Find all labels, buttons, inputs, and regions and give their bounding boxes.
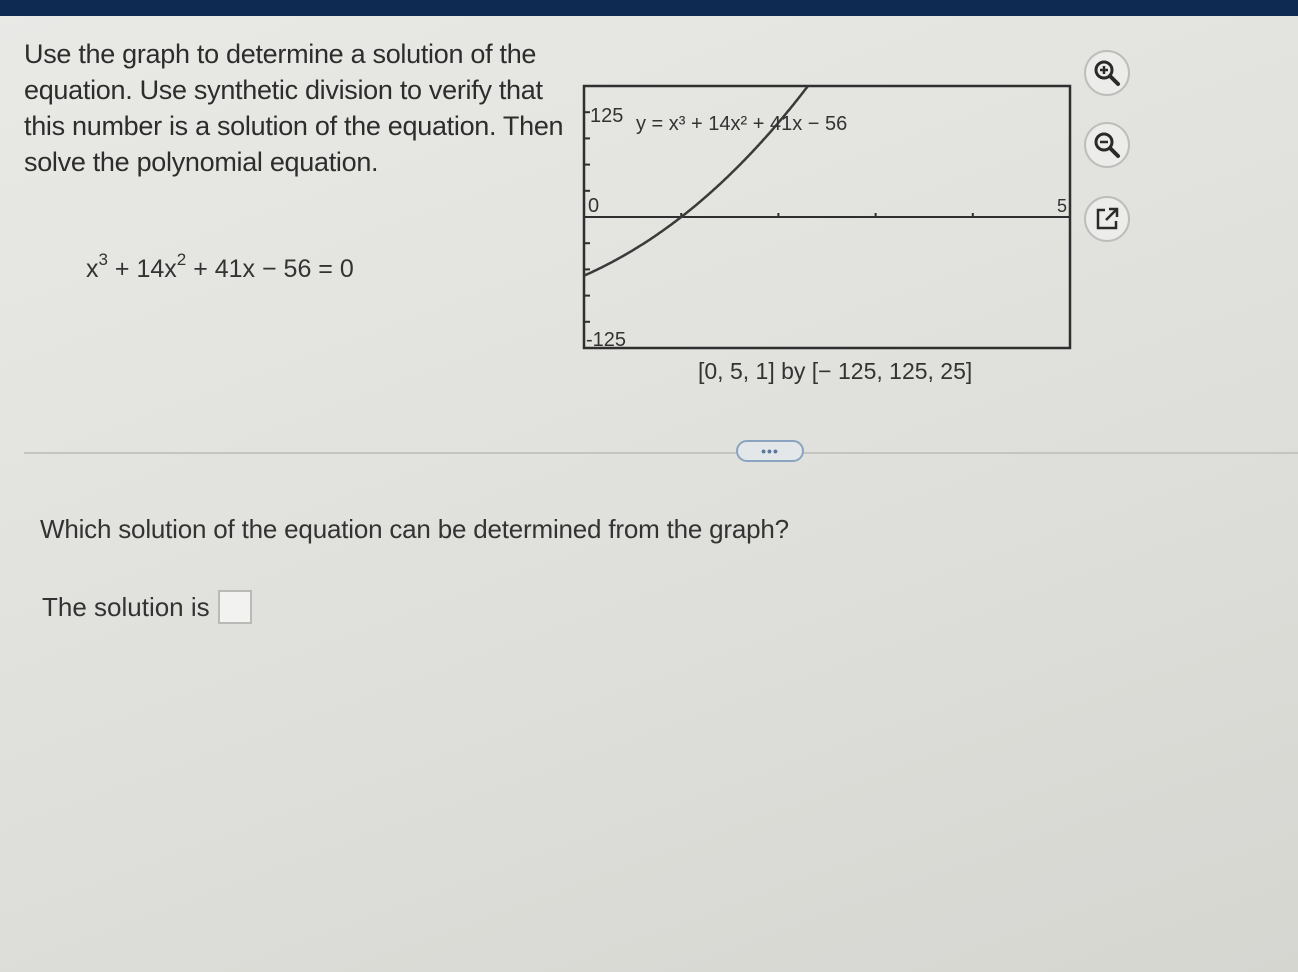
function-graph: 125 y = x³ + 14x² + 41x − 56 0 5 -125: [582, 84, 1072, 351]
zoom-out-icon: [1094, 132, 1120, 158]
answer-input[interactable]: [217, 590, 252, 624]
y-max-label: 125: [590, 105, 623, 127]
function-label: y = x³ + 14x² + 41x − 56: [636, 113, 847, 135]
answer-label: The solution is: [42, 591, 210, 622]
y-min-label: -125: [586, 329, 626, 351]
zoom-in-button[interactable]: [1084, 50, 1130, 96]
section-divider: [24, 452, 1298, 454]
x-max-label: 5: [1057, 196, 1067, 216]
polynomial-equation: x3 + 14x2 + 41x − 56 = 0: [86, 250, 354, 283]
answer-row: The solution is: [42, 590, 252, 624]
external-link-icon: [1096, 207, 1119, 230]
zoom-in-icon: [1094, 60, 1120, 86]
problem-instructions: Use the graph to determine a solution of…: [24, 39, 564, 177]
question-prompt: Which solution of the equation can be de…: [40, 514, 789, 544]
open-new-window-button[interactable]: [1084, 196, 1130, 242]
expand-more-button[interactable]: •••: [736, 440, 804, 462]
zoom-out-button[interactable]: [1084, 122, 1130, 168]
top-bar: [0, 0, 1298, 16]
x-min-label: 0: [588, 195, 599, 217]
viewing-window-label: [0, 5, 1] by [− 125, 125, 25]: [698, 358, 973, 384]
